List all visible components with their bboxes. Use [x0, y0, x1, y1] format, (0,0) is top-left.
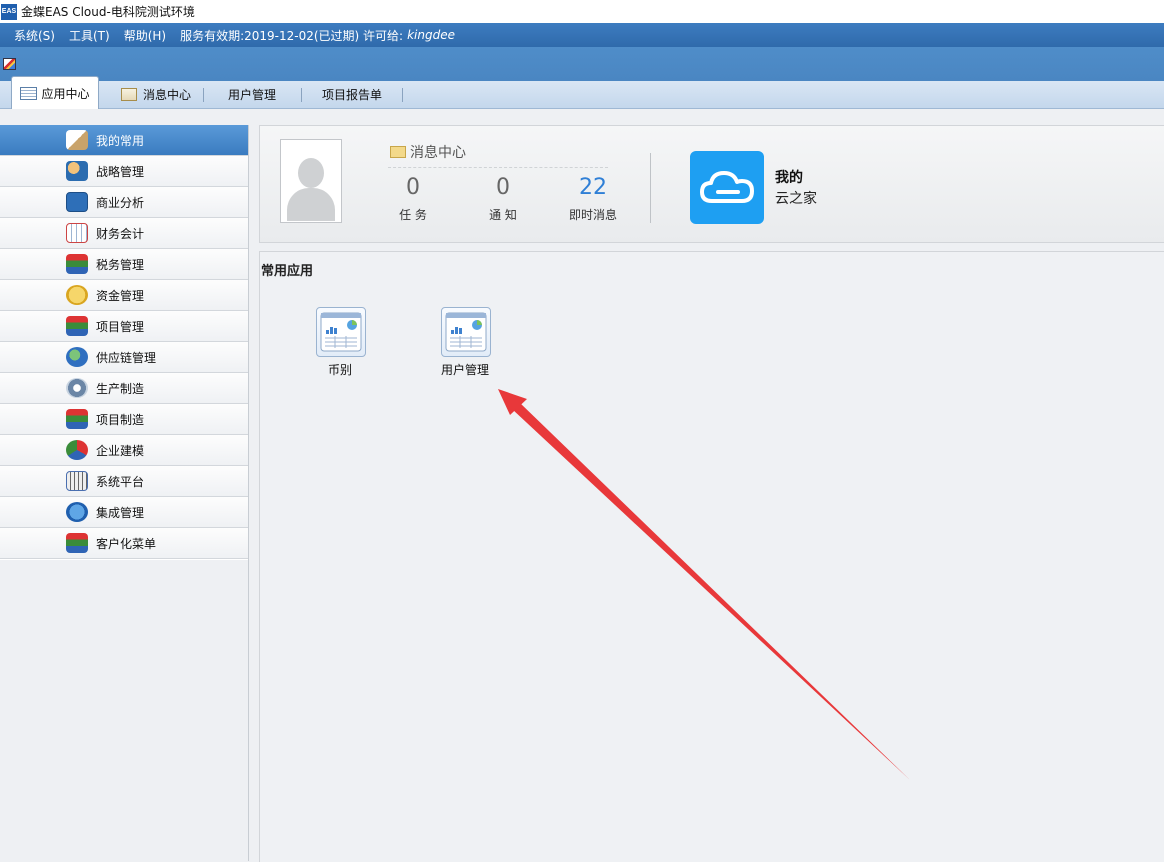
app-currency[interactable] [316, 307, 366, 357]
tab-label: 项目报告单 [322, 87, 383, 102]
eas-logo-icon: EAS [1, 3, 17, 20]
mail-icon [121, 87, 137, 101]
menu-tools[interactable]: 工具(T) [69, 27, 110, 44]
tab-divider [301, 88, 302, 102]
tab-project-report[interactable]: 项目报告单 [322, 81, 382, 107]
task-count[interactable]: 0 [383, 175, 443, 200]
sidebar-item-project[interactable]: 项目管理 [0, 311, 248, 342]
keyboard-icon [66, 471, 88, 491]
notice-count[interactable]: 0 [473, 175, 533, 200]
app-user-management[interactable] [441, 307, 491, 357]
blocks-icon [66, 440, 88, 460]
dashboard-icon [66, 192, 88, 212]
tab-bar: 应用中心 消息中心 用户管理 项目报告单 [0, 76, 1164, 109]
app-user-management-label[interactable]: 用户管理 [425, 361, 505, 378]
common-apps-title: 常用应用 [261, 264, 314, 279]
notice-label: 通 知 [489, 208, 517, 222]
message-center-link[interactable]: 消息中心 [390, 142, 466, 162]
sidebar-item-funds[interactable]: 资金管理 [0, 280, 248, 311]
instant-message-count[interactable]: 22 [563, 175, 623, 200]
avatar-head-icon [298, 158, 324, 188]
books-icon [66, 533, 88, 553]
tab-divider [203, 88, 204, 102]
message-center-label: 消息中心 [410, 145, 466, 161]
sidebar-item-supply-chain[interactable]: 供应链管理 [0, 342, 248, 373]
sidebar-item-custom-menu[interactable]: 客户化菜单 [0, 528, 248, 559]
money-icon [66, 285, 88, 305]
sidebar-item-project-manufacturing[interactable]: 项目制造 [0, 404, 248, 435]
common-apps-panel: 常用应用 币别 用户管理 [259, 251, 1164, 862]
sidebar-item-business-analysis[interactable]: 商业分析 [0, 187, 248, 218]
edit-tool-icon[interactable] [3, 58, 16, 70]
avatar-body-icon [287, 188, 335, 221]
divider [388, 167, 608, 168]
license-info: 服务有效期:2019-12-02(已过期) 许可给: [180, 28, 404, 43]
vertical-divider [650, 153, 651, 223]
app-currency-label[interactable]: 币别 [300, 361, 380, 378]
avatar[interactable] [280, 139, 342, 223]
sidebar-item-production[interactable]: 生产制造 [0, 373, 248, 404]
report-icon [445, 312, 487, 352]
report-icon [320, 312, 362, 352]
gears-icon [66, 378, 88, 398]
task-label: 任 务 [399, 208, 427, 222]
sidebar-item-tax[interactable]: 税务管理 [0, 249, 248, 280]
sidebar-item-finance[interactable]: 财务会计 [0, 218, 248, 249]
tab-divider [402, 88, 403, 102]
cloud-title[interactable]: 我的 [775, 167, 803, 187]
tab-message-center[interactable]: 消息中心 [121, 81, 191, 107]
books-icon [66, 254, 88, 274]
instant-message-label: 即时消息 [568, 208, 617, 222]
window-title: 金蝶EAS Cloud-电科院测试环境 [21, 5, 195, 19]
licensee-name: kingdee [407, 28, 455, 42]
eas-icon [66, 502, 88, 522]
sidebar-nav: 我的常用 战略管理 商业分析 财务会计 税务管理 资金管理 项目管理 供应链管理… [0, 125, 249, 861]
people-icon [66, 161, 88, 181]
books-icon [66, 316, 88, 336]
menu-help[interactable]: 帮助(H) [124, 27, 166, 44]
tab-label: 消息中心 [143, 87, 192, 102]
tab-label: 用户管理 [228, 87, 277, 102]
menu-system[interactable]: 系统(S) [14, 27, 55, 44]
sidebar-empty-area [0, 560, 248, 861]
envelope-icon [390, 146, 406, 158]
profile-panel: 消息中心 0 任 务 0 通 知 22 即时消息 我的 云之家 [259, 125, 1164, 243]
books-icon [66, 409, 88, 429]
toolbar [0, 47, 1164, 81]
tab-user-management[interactable]: 用户管理 [228, 81, 276, 107]
globe-icon [66, 347, 88, 367]
cloud-icon [700, 171, 754, 203]
title-bar: EAS 金蝶EAS Cloud-电科院测试环境 [0, 0, 1164, 23]
sidebar-item-enterprise-modeling[interactable]: 企业建模 [0, 435, 248, 466]
calendar-icon [66, 223, 88, 243]
tab-app-center[interactable]: 应用中心 [11, 76, 99, 109]
doc-icon [20, 86, 38, 100]
sidebar-item-strategy[interactable]: 战略管理 [0, 156, 248, 187]
sidebar-item-system-platform[interactable]: 系统平台 [0, 466, 248, 497]
sidebar-item-integration[interactable]: 集成管理 [0, 497, 248, 528]
cloud-home-tile[interactable] [690, 151, 764, 224]
menu-bar: 系统(S) 工具(T) 帮助(H) 服务有效期:2019-12-02(已过期) … [0, 23, 1164, 47]
sidebar-item-my-favorites[interactable]: 我的常用 [0, 125, 248, 156]
pen-icon [66, 130, 88, 150]
cloud-subtitle[interactable]: 云之家 [775, 188, 817, 208]
tab-label: 应用中心 [41, 86, 90, 101]
